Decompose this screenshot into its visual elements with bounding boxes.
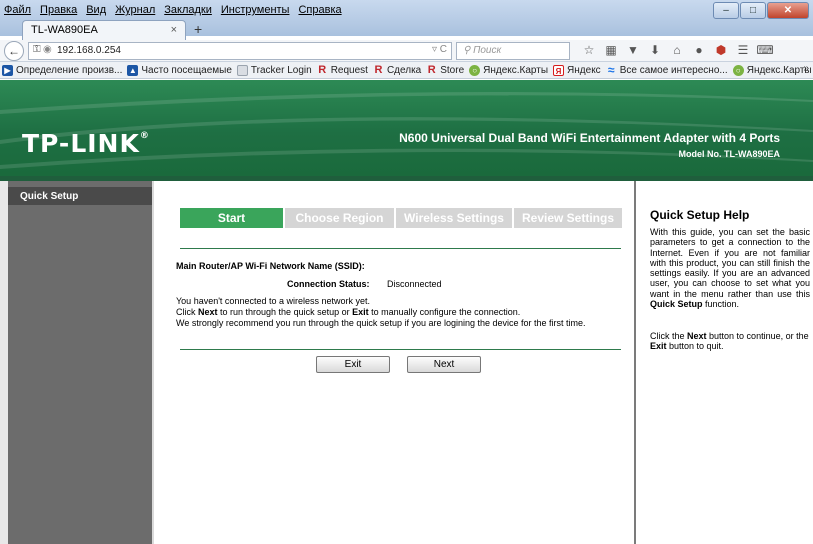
close-tab-icon[interactable]: × xyxy=(171,24,177,36)
step-start: Start xyxy=(180,208,283,228)
page-icon xyxy=(236,64,248,76)
maps-icon: ○ xyxy=(469,64,481,76)
menu-history[interactable]: Журнал xyxy=(115,4,155,16)
maximize-icon[interactable]: □ xyxy=(740,2,766,19)
header-pattern xyxy=(0,92,813,169)
connection-status-label: Connection Status: xyxy=(287,279,370,289)
help-paragraph: With this guide, you can set the basic p… xyxy=(650,227,810,310)
divider xyxy=(180,349,621,350)
bookmark-item[interactable]: ○ Яндекс.Карты xyxy=(469,64,548,76)
message-not-connected: You haven't connected to a wireless netw… xyxy=(176,296,371,306)
bookmark-item[interactable]: ▲ Часто посещаемые xyxy=(127,64,232,76)
main-panel: Start Choose Region Wireless Settings Re… xyxy=(152,181,634,544)
download-icon[interactable]: ⬇ xyxy=(644,43,666,57)
chat-icon[interactable]: ● xyxy=(688,43,710,57)
connection-status-value: Disconnected xyxy=(387,279,442,289)
bookmark-item[interactable]: ≈ Все самое интересно... xyxy=(606,62,728,77)
help-paragraph: Click the Next button to continue, or th… xyxy=(650,331,809,352)
tp-link-logo: TP-LINK® xyxy=(22,129,150,158)
next-button[interactable]: Next xyxy=(407,356,481,373)
search-input[interactable]: ⚲ Поиск xyxy=(456,42,570,60)
url-text: 192.168.0.254 xyxy=(57,45,121,56)
menu-view[interactable]: Вид xyxy=(86,4,106,16)
wave-icon: ≈ xyxy=(607,62,615,77)
sidebar-item-quick-setup[interactable]: Quick Setup xyxy=(8,187,152,205)
url-bar[interactable]: ⚿ ◉ 192.168.0.254 ▿ C xyxy=(28,42,452,60)
home-icon[interactable]: ⌂ xyxy=(666,43,688,57)
globe-icon: ◉ xyxy=(43,44,52,55)
tab-title: TL-WA890EA xyxy=(31,24,98,36)
r-brand-icon: R xyxy=(374,63,383,76)
wizard-steps: Start Choose Region Wireless Settings Re… xyxy=(180,208,624,228)
step-choose-region: Choose Region xyxy=(285,208,394,228)
menu-help[interactable]: Справка xyxy=(298,4,341,16)
close-window-icon[interactable]: ✕ xyxy=(767,2,809,19)
bookmark-item[interactable]: R Сделка xyxy=(373,63,421,76)
bookmark-item[interactable]: Tracker Login xyxy=(236,64,312,76)
toolbar-icons: ☆ ▦ ▼ ⬇ ⌂ ● ⬢ ☰ ⌨ xyxy=(578,43,776,57)
search-placeholder: Поиск xyxy=(473,45,502,56)
menu-hamburger-icon[interactable]: ☰ xyxy=(732,43,754,57)
adblock-icon[interactable]: ⬢ xyxy=(710,43,732,57)
step-review-settings: Review Settings xyxy=(514,208,622,228)
bookmark-site-icon: ▶ xyxy=(2,64,13,76)
exit-button[interactable]: Exit xyxy=(316,356,390,373)
message-recommendation: We strongly recommend you run through th… xyxy=(176,318,586,328)
minimize-icon[interactable]: – xyxy=(713,2,739,19)
step-wireless-settings: Wireless Settings xyxy=(396,208,512,228)
bookmark-item[interactable]: R Store xyxy=(426,63,464,76)
bookmark-item[interactable]: ○ Яндекс.Карты xyxy=(732,64,812,76)
menu-edit[interactable]: Правка xyxy=(40,4,77,16)
keyboard-icon[interactable]: ⌨ xyxy=(754,43,776,57)
ssid-label: Main Router/AP Wi-Fi Network Name (SSID)… xyxy=(176,261,365,271)
menu-file[interactable]: Файл xyxy=(4,4,31,16)
sidebar: Quick Setup xyxy=(8,181,152,544)
r-brand-icon: R xyxy=(318,63,327,76)
bookmark-star-icon[interactable]: ☆ xyxy=(578,43,600,57)
nav-toolbar: ← ⚿ ◉ 192.168.0.254 ▿ C ⚲ Поиск ☆ ▦ ▼ ⬇ … xyxy=(0,40,813,62)
bookmark-item[interactable]: Я Яндекс xyxy=(553,64,601,76)
divider xyxy=(180,248,621,249)
menu-bar: Файл Правка Вид Журнал Закладки Инструме… xyxy=(0,0,351,20)
menu-tools[interactable]: Инструменты xyxy=(221,4,290,16)
yandex-icon: Я xyxy=(553,64,565,76)
browser-tab[interactable]: TL-WA890EA × xyxy=(22,20,186,40)
help-panel: Quick Setup Help With this guide, you ca… xyxy=(634,181,813,544)
router-header: TP-LINK® N600 Universal Dual Band WiFi E… xyxy=(0,80,813,176)
identity-icon[interactable]: ⚿ xyxy=(33,44,41,55)
pocket-icon[interactable]: ▼ xyxy=(622,43,644,57)
model-number: Model No. TL-WA890EA xyxy=(678,149,780,159)
product-name: N600 Universal Dual Band WiFi Entertainm… xyxy=(399,131,780,145)
bookmark-folder-icon: ▲ xyxy=(127,64,139,76)
bookmarks-overflow-icon[interactable]: » xyxy=(803,63,809,74)
bookmark-item[interactable]: ▶ Определение произв... xyxy=(2,64,122,76)
bookmarks-bar: ▶ Определение произв... ▲ Часто посещаемые… xyxy=(0,62,813,79)
reload-icon[interactable]: ▿ C xyxy=(432,44,447,55)
sidebar-margin xyxy=(0,181,8,544)
reading-list-icon[interactable]: ▦ xyxy=(600,43,622,57)
help-title: Quick Setup Help xyxy=(650,208,750,222)
window-controls: – □ ✕ xyxy=(712,2,809,19)
new-tab-button[interactable]: + xyxy=(194,21,202,37)
r-brand-icon: R xyxy=(427,63,436,76)
back-arrow-icon[interactable]: ← xyxy=(4,41,24,61)
bookmark-item[interactable]: R Request xyxy=(317,63,368,76)
maps-icon: ○ xyxy=(732,64,744,76)
menu-bookmarks[interactable]: Закладки xyxy=(164,4,212,16)
search-icon: ⚲ xyxy=(463,45,471,56)
message-instructions: Click Next to run through the quick setu… xyxy=(176,307,521,317)
